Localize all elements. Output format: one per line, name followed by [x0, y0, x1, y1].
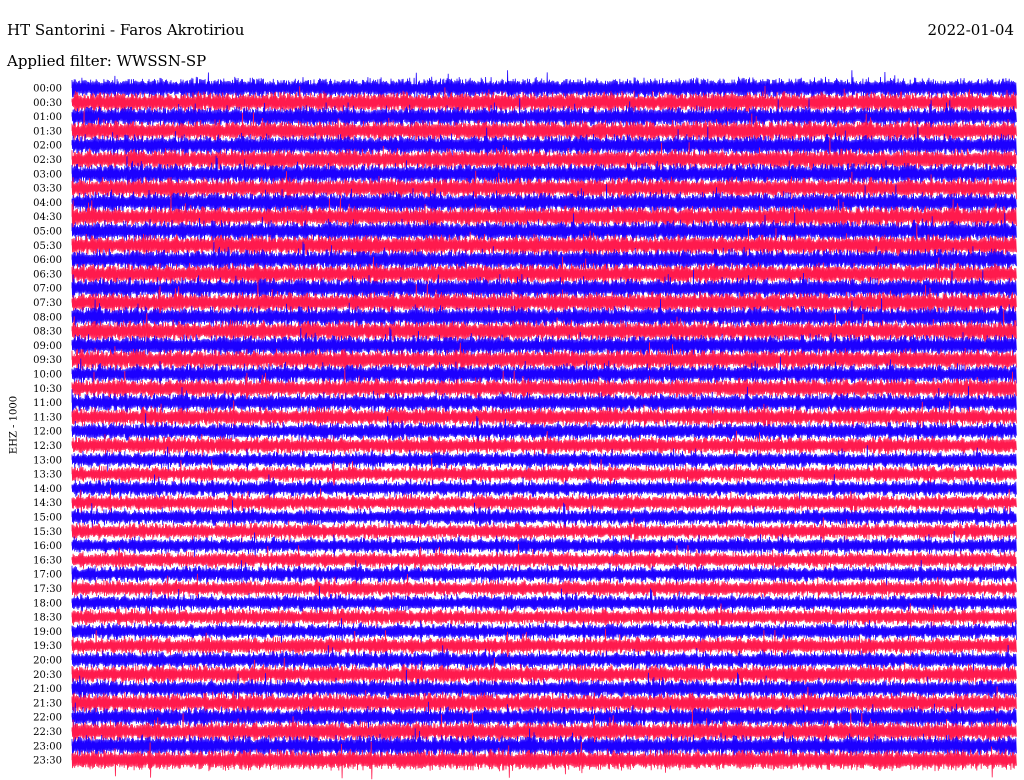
time-tick-label: 10:00	[33, 370, 62, 381]
time-tick-label: 20:00	[33, 656, 62, 667]
time-tick-label: 04:30	[33, 212, 62, 223]
time-tick-label: 20:30	[33, 670, 62, 681]
time-tick-label: 12:30	[33, 441, 62, 452]
time-tick-label: 02:00	[33, 141, 62, 152]
time-tick-label: 07:30	[33, 298, 62, 309]
time-tick-label: 16:00	[33, 541, 62, 552]
time-tick-label: 01:30	[33, 126, 62, 137]
time-tick-label: 17:00	[33, 570, 62, 581]
time-tick-label: 19:00	[33, 627, 62, 638]
time-tick-label: 03:30	[33, 184, 62, 195]
time-tick-label: 13:30	[33, 470, 62, 481]
time-tick-label: 08:30	[33, 327, 62, 338]
time-tick-label: 05:00	[33, 227, 62, 238]
time-tick-label: 09:30	[33, 355, 62, 366]
time-tick-label: 11:00	[33, 398, 62, 409]
time-tick-label: 02:30	[33, 155, 62, 166]
time-tick-label: 06:30	[33, 269, 62, 280]
time-tick-label: 01:00	[33, 112, 62, 123]
time-tick-label: 13:00	[33, 455, 62, 466]
helicorder-plot: 00:00 00:30 01:00 01:30 02:00 02:30 03:00 03:30…	[33, 70, 1017, 780]
time-tick-label: 00:00	[33, 84, 62, 95]
time-tick-label: 05:30	[33, 241, 62, 252]
time-tick-label: 09:00	[33, 341, 62, 352]
time-tick-label: 06:00	[33, 255, 62, 266]
time-tick-label: 11:30	[33, 412, 62, 423]
time-tick-label: 03:00	[33, 169, 62, 180]
time-tick-label: 18:30	[33, 613, 62, 624]
time-tick-label: 22:30	[33, 727, 62, 738]
time-tick-label: 19:30	[33, 641, 62, 652]
time-tick-label: 22:00	[33, 713, 62, 724]
time-tick-label: 10:30	[33, 384, 62, 395]
time-tick-label: 00:30	[33, 98, 62, 109]
time-tick-label: 14:30	[33, 498, 62, 509]
time-tick-label: 21:30	[33, 698, 62, 709]
time-tick-label: 23:00	[33, 741, 62, 752]
time-tick-label: 18:00	[33, 598, 62, 609]
time-tick-label: 16:30	[33, 555, 62, 566]
time-tick-label: 17:30	[33, 584, 62, 595]
time-tick-label: 14:00	[33, 484, 62, 495]
time-tick-label: 07:00	[33, 284, 62, 295]
time-tick-label: 15:00	[33, 513, 62, 524]
time-tick-label: 08:00	[33, 312, 62, 323]
time-tick-label: 12:00	[33, 427, 62, 438]
time-tick-label: 21:00	[33, 684, 62, 695]
time-tick-label: 15:30	[33, 527, 62, 538]
time-tick-label: 23:30	[33, 756, 62, 767]
time-tick-label: 04:00	[33, 198, 62, 209]
